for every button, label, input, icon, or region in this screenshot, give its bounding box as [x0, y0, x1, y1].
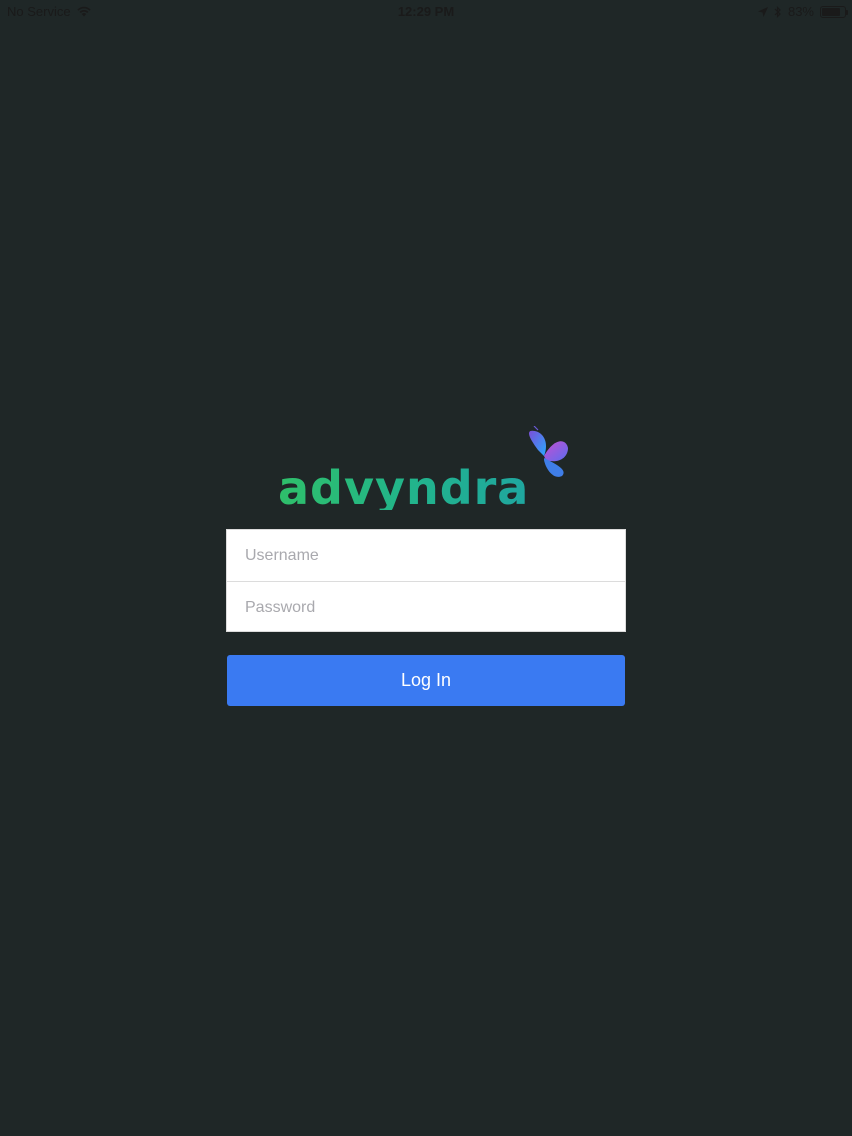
- advyndra-logo: advyndra: [278, 426, 568, 510]
- login-screen: No Service 12:29 PM 83% advyndra Usernam…: [0, 0, 852, 1136]
- battery-icon: [820, 5, 848, 18]
- svg-text:advyndra: advyndra: [278, 461, 529, 510]
- battery-percent: 83%: [787, 4, 814, 19]
- status-time: 12:29 PM: [397, 4, 455, 19]
- butterfly-icon: [529, 426, 568, 477]
- status-bar: No Service 12:29 PM 83%: [0, 0, 852, 22]
- location-arrow-icon: [757, 6, 768, 17]
- bluetooth-icon: [774, 5, 781, 18]
- username-input[interactable]: [227, 530, 625, 581]
- battery-level-fill: [822, 7, 841, 16]
- password-input[interactable]: [227, 582, 625, 633]
- login-form: [226, 529, 626, 633]
- status-right: 83%: [757, 4, 848, 19]
- log-in-button[interactable]: Log In: [227, 655, 625, 706]
